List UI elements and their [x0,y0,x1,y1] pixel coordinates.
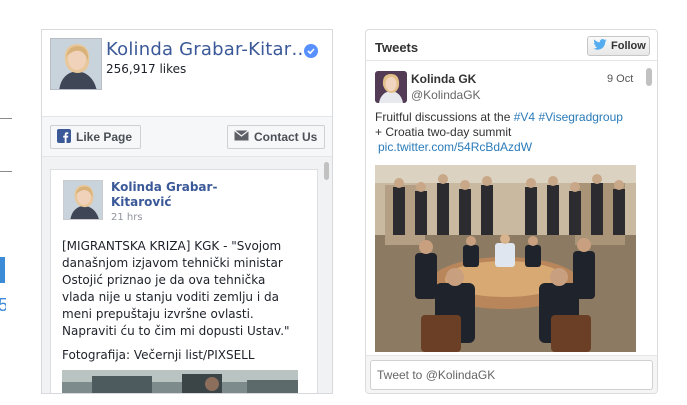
left-edge-button[interactable] [0,257,5,283]
tweet-box-footer: Tweet to @KolindaGK [366,355,657,393]
follow-label: Follow [611,40,646,52]
post-text-line: [MIGRANTSKA KRIZA] KGK - "Svojom [62,239,282,253]
tweet-text-line: + Croatia two-day summit [375,125,512,139]
tweet-to-input[interactable]: Tweet to @KolindaGK [370,360,653,390]
post-timestamp[interactable]: 21 hrs [111,212,143,223]
facebook-page-avatar[interactable] [50,38,102,90]
post-author-name[interactable]: Kolinda Grabar- Kitarović [111,180,251,210]
post-text-line: meni prepuštaju izvršne ovlasti. [62,307,254,321]
verified-check-icon [304,44,318,58]
facebook-feed[interactable]: Kolinda Grabar- Kitarović 21 hrs [MIGRAN… [42,157,332,393]
post-text: [MIGRANTSKA KRIZA] KGK - "Svojom današnj… [62,238,312,340]
post-photo-credit: Fotografija: Večernji list/PIXSELL [62,348,255,362]
tweet-text-line: Fruitful discussions at the #V4 #Visegra… [375,110,645,125]
tweet-date[interactable]: 9 Oct [607,73,633,85]
left-divider [0,118,12,119]
twitter-timeline-widget: Tweets Follow Kolinda GK @KolindaGK 9 Oc… [365,29,658,394]
tweet-text: Fruitful discussions at the #V4 #Visegra… [375,110,645,140]
contact-us-label: Contact Us [254,130,318,144]
tweet-author-handle[interactable]: @KolindaGK [411,88,481,102]
post-author-avatar[interactable] [63,180,103,220]
envelope-icon [234,130,249,144]
post-text-line: vlada nije u stanju voditi zemlju i da [62,290,279,304]
post-text-line: Ostojić priznao je da ova tehnička [62,273,266,287]
twitter-follow-button[interactable]: Follow [587,36,650,56]
contact-us-button[interactable]: Contact Us [227,125,325,149]
tweet-author-name[interactable]: Kolinda GK [411,72,476,86]
left-edge-glyph: 5 [0,296,6,314]
facebook-feed-scroll-thumb[interactable] [324,162,329,180]
twitter-bird-icon [593,39,607,53]
facebook-page-header: Kolinda Grabar-Kitar… 256,917 likes [42,30,332,117]
post-text-line: Napraviti ću to čim mi dopusti Ustav." [62,324,290,338]
twitter-widget-title[interactable]: Tweets [375,40,418,55]
twitter-header: Tweets Follow [366,30,657,61]
tweet-photo[interactable] [375,165,636,352]
facebook-page-widget: Kolinda Grabar-Kitar… 256,917 likes Like… [41,29,333,394]
facebook-likes-count: 256,917 likes [106,62,187,76]
tweet-author-avatar[interactable] [375,71,407,103]
hashtag-link[interactable]: #V4 [514,110,535,124]
facebook-f-icon [57,128,71,146]
tweet-text-fragment: Fruitful discussions at the [375,110,514,124]
facebook-post: Kolinda Grabar- Kitarović 21 hrs [MIGRAN… [50,169,318,393]
left-divider [0,171,12,172]
post-author-line: Kitarović [111,195,172,209]
tweet-media-link[interactable]: pic.twitter.com/54RcBdAzdW [378,140,532,154]
facebook-page-name[interactable]: Kolinda Grabar-Kitar… [106,39,310,60]
facebook-action-bar: Like Page Contact Us [42,117,332,157]
like-page-button[interactable]: Like Page [50,125,141,149]
post-text-line: današnjom izjavom tehnički ministar [62,256,283,270]
post-author-line: Kolinda Grabar- [111,180,218,194]
hashtag-link[interactable]: #Visegradgroup [538,110,623,124]
facebook-feed-scrollbar[interactable] [322,158,331,393]
twitter-timeline-scroll-thumb[interactable] [646,68,652,86]
like-page-label: Like Page [76,130,133,144]
post-image[interactable] [62,370,298,393]
